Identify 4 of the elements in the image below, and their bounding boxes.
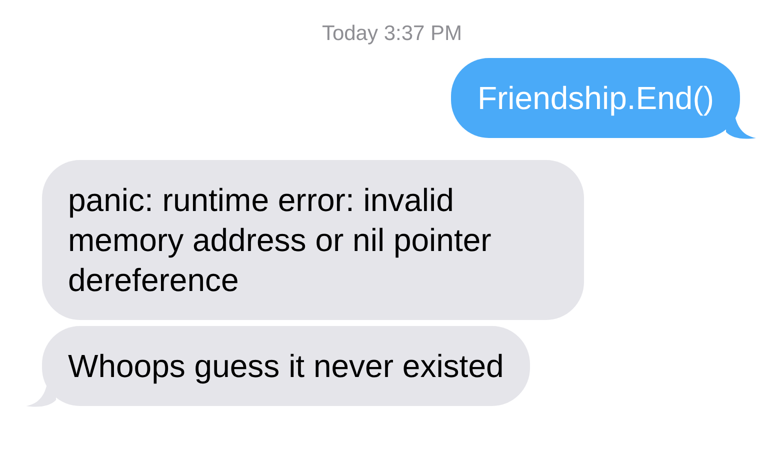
sent-message-bubble: Friendship.End() xyxy=(451,58,740,138)
message-timestamp: Today 3:37 PM xyxy=(322,22,462,46)
received-message-bubble: panic: runtime error: invalid memory address or nil pointer dereference xyxy=(42,160,584,320)
received-message-bubble: Whoops guess it never existed xyxy=(42,326,530,406)
